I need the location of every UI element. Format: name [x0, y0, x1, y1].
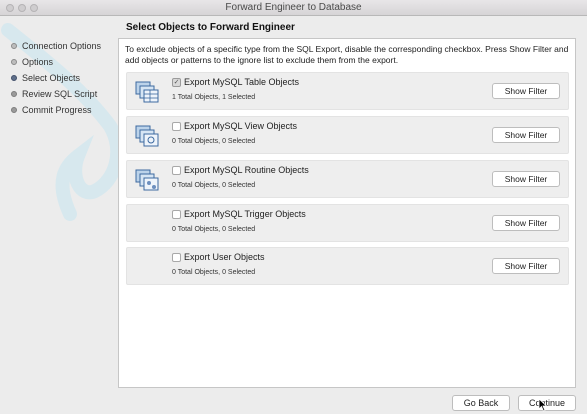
go-back-button[interactable]: Go Back — [452, 395, 510, 411]
wizard-steps-sidebar: Connection Options Options Select Object… — [0, 16, 125, 414]
user-objects-row: Export User Objects 0 Total Objects, 0 S… — [126, 247, 569, 285]
mouse-pointer-icon — [538, 398, 548, 412]
export-table-objects-checkbox[interactable]: ✓ — [172, 78, 181, 87]
routine-objects-icon — [135, 169, 159, 191]
user-objects-count: 0 Total Objects, 0 Selected — [172, 269, 256, 276]
window-title: Forward Engineer to Database — [225, 2, 362, 13]
show-filter-triggers-button[interactable]: Show Filter — [492, 215, 560, 231]
show-filter-routines-button[interactable]: Show Filter — [492, 171, 560, 187]
title-bar: Forward Engineer to Database — [0, 0, 587, 16]
view-objects-icon — [135, 125, 159, 147]
step-review-sql-script: Review SQL Script — [11, 87, 97, 101]
step-select-objects: Select Objects — [11, 71, 80, 85]
show-filter-tables-button[interactable]: Show Filter — [492, 83, 560, 99]
step-pending-icon — [11, 91, 17, 97]
step-done-icon — [11, 43, 17, 49]
export-view-objects-label: Export MySQL View Objects — [184, 121, 298, 131]
trigger-objects-row: Export MySQL Trigger Objects 0 Total Obj… — [126, 204, 569, 242]
step-connection-options: Connection Options — [11, 39, 101, 53]
table-objects-row: ✓ Export MySQL Table Objects 1 Total Obj… — [126, 72, 569, 110]
instructions-text: To exclude objects of a specific type fr… — [125, 44, 569, 65]
table-objects-icon — [135, 81, 159, 103]
routine-objects-row: Export MySQL Routine Objects 0 Total Obj… — [126, 160, 569, 198]
view-objects-count: 0 Total Objects, 0 Selected — [172, 138, 256, 145]
routine-objects-count: 0 Total Objects, 0 Selected — [172, 182, 256, 189]
show-filter-users-button[interactable]: Show Filter — [492, 258, 560, 274]
step-done-icon — [11, 59, 17, 65]
export-trigger-objects-checkbox[interactable] — [172, 210, 181, 219]
objects-panel: To exclude objects of a specific type fr… — [118, 38, 576, 388]
step-options: Options — [11, 55, 53, 69]
step-commit-progress: Commit Progress — [11, 103, 92, 117]
export-routine-objects-checkbox[interactable] — [172, 166, 181, 175]
view-objects-row: Export MySQL View Objects 0 Total Object… — [126, 116, 569, 154]
export-routine-objects-label: Export MySQL Routine Objects — [184, 165, 309, 175]
step-pending-icon — [11, 107, 17, 113]
table-objects-count: 1 Total Objects, 1 Selected — [172, 94, 256, 101]
export-view-objects-checkbox[interactable] — [172, 122, 181, 131]
export-trigger-objects-label: Export MySQL Trigger Objects — [184, 209, 306, 219]
show-filter-views-button[interactable]: Show Filter — [492, 127, 560, 143]
page-title: Select Objects to Forward Engineer — [126, 22, 295, 33]
trigger-objects-count: 0 Total Objects, 0 Selected — [172, 226, 256, 233]
export-user-objects-label: Export User Objects — [184, 252, 265, 262]
export-table-objects-label: Export MySQL Table Objects — [184, 77, 300, 87]
step-current-icon — [11, 75, 17, 81]
export-user-objects-checkbox[interactable] — [172, 253, 181, 262]
